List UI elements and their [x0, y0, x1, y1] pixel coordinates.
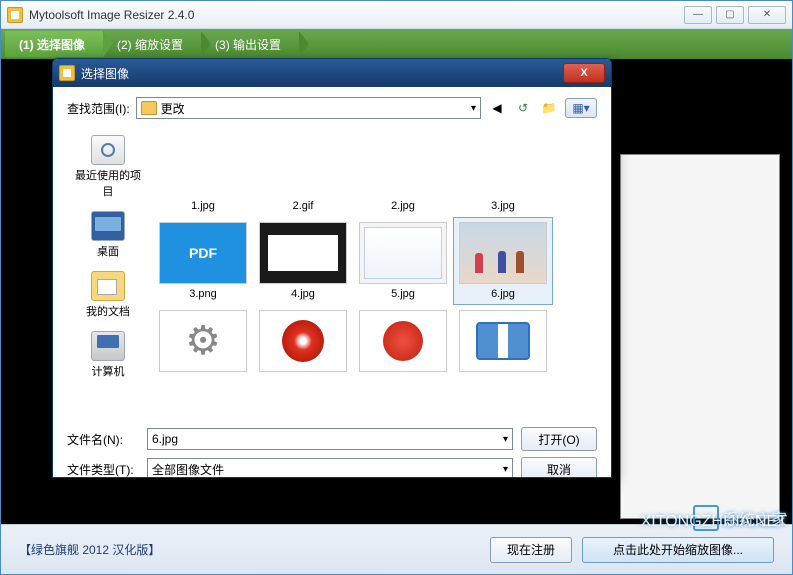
file-thumbnail — [159, 222, 247, 284]
file-thumbnail — [159, 310, 247, 372]
desktop-icon — [91, 211, 125, 241]
look-in-label: 查找范围(I): — [67, 100, 130, 117]
close-button[interactable]: ✕ — [748, 6, 786, 24]
bottom-bar: 【绿色旗舰 2012 汉化版】 现在注册 点击此处开始缩放图像... — [1, 524, 792, 574]
up-icon[interactable]: ↺ — [513, 98, 533, 118]
file-grid: 1.jpg 2.gif 2.jpg 3.jpg 3.png 4.jpg 5.jpg 6.jpg — [149, 129, 597, 381]
folder-icon — [141, 101, 157, 115]
place-docs-label: 我的文档 — [86, 303, 130, 319]
file-label: 4.jpg — [258, 288, 348, 300]
file-label: 2.jpg — [358, 200, 448, 212]
file-item[interactable]: 4.jpg — [253, 217, 353, 305]
register-button[interactable]: 现在注册 — [490, 537, 572, 563]
file-item[interactable] — [353, 305, 453, 381]
file-item[interactable] — [153, 305, 253, 381]
file-label: 3.jpg — [458, 200, 548, 212]
file-item[interactable] — [453, 305, 553, 381]
filetype-value: 全部图像文件 — [152, 461, 224, 478]
dialog-icon — [59, 65, 75, 81]
dropdown-icon[interactable]: ▾ — [503, 434, 508, 445]
new-folder-icon[interactable]: 📁 — [539, 98, 559, 118]
dialog-titlebar[interactable]: 选择图像 X — [53, 59, 611, 87]
file-thumbnail — [159, 134, 247, 196]
filetype-label: 文件类型(T): — [67, 461, 139, 478]
place-recent-label: 最近使用的项目 — [72, 167, 144, 199]
file-thumbnail — [359, 310, 447, 372]
file-item[interactable] — [253, 305, 353, 381]
file-label: 1.jpg — [158, 200, 248, 212]
watermark-sub: XITONGZHIJIA.NET — [641, 513, 787, 531]
filename-row: 文件名(N): 6.jpg ▾ 打开(O) — [67, 427, 597, 451]
filetype-row: 文件类型(T): 全部图像文件 ▾ 取消 — [67, 457, 597, 478]
open-button[interactable]: 打开(O) — [521, 427, 597, 451]
computer-icon — [91, 331, 125, 361]
app-icon — [7, 7, 23, 23]
view-menu-icon[interactable]: ▦▾ — [565, 98, 597, 118]
dialog-bottom: 文件名(N): 6.jpg ▾ 打开(O) 文件类型(T): 全部图像文件 ▾ … — [53, 419, 611, 478]
file-item[interactable]: 6.jpg — [453, 217, 553, 305]
file-item[interactable]: 5.jpg — [353, 217, 453, 305]
file-open-dialog: 选择图像 X 查找范围(I): 更改 ▾ ◀ ↺ 📁 ▦▾ 最近使用的项目 — [52, 58, 612, 478]
places-bar: 最近使用的项目 桌面 我的文档 计算机 — [67, 129, 149, 419]
file-label: 5.jpg — [358, 288, 448, 300]
filetype-select[interactable]: 全部图像文件 ▾ — [147, 458, 513, 478]
step-3[interactable]: (3) 输出设置 — [201, 31, 299, 57]
file-item[interactable]: 3.jpg — [453, 129, 553, 217]
step-1[interactable]: (1) 选择图像 — [5, 31, 103, 57]
file-label: 2.gif — [258, 200, 348, 212]
place-recent[interactable]: 最近使用的项目 — [72, 135, 144, 199]
file-item[interactable]: 1.jpg — [153, 129, 253, 217]
right-panel — [620, 154, 780, 519]
file-thumbnail — [259, 310, 347, 372]
back-icon[interactable]: ◀ — [487, 98, 507, 118]
dropdown-icon[interactable]: ▾ — [503, 464, 508, 475]
titlebar[interactable]: Mytoolsoft Image Resizer 2.4.0 — ▢ ✕ — [1, 1, 792, 29]
file-label: 3.png — [158, 288, 248, 300]
file-thumbnail — [459, 310, 547, 372]
step-toolbar: (1) 选择图像 (2) 缩放设置 (3) 输出设置 — [1, 29, 792, 59]
file-thumbnail — [459, 222, 547, 284]
app-title: Mytoolsoft Image Resizer 2.4.0 — [29, 8, 684, 22]
file-label: 6.jpg — [458, 288, 548, 300]
cancel-button[interactable]: 取消 — [521, 457, 597, 478]
file-thumbnail — [259, 222, 347, 284]
dropdown-icon: ▾ — [471, 103, 476, 114]
start-resize-button[interactable]: 点击此处开始缩放图像... — [582, 537, 774, 563]
minimize-button[interactable]: — — [684, 6, 712, 24]
filename-value: 6.jpg — [152, 432, 178, 446]
maximize-button[interactable]: ▢ — [716, 6, 744, 24]
credits-link[interactable]: 【绿色旗舰 2012 汉化版】 — [19, 541, 480, 558]
file-item[interactable]: 3.png — [153, 217, 253, 305]
folder-select[interactable]: 更改 ▾ — [136, 97, 481, 119]
place-docs[interactable]: 我的文档 — [72, 271, 144, 319]
look-in-row: 查找范围(I): 更改 ▾ ◀ ↺ 📁 ▦▾ — [67, 97, 597, 119]
file-thumbnail — [359, 134, 447, 196]
dialog-close-button[interactable]: X — [563, 63, 605, 83]
window-buttons: — ▢ ✕ — [684, 6, 786, 24]
file-thumbnail — [359, 222, 447, 284]
dialog-title: 选择图像 — [81, 65, 563, 82]
file-item[interactable]: 2.jpg — [353, 129, 453, 217]
place-desktop[interactable]: 桌面 — [72, 211, 144, 259]
file-thumbnail — [459, 134, 547, 196]
file-area[interactable]: 1.jpg 2.gif 2.jpg 3.jpg 3.png 4.jpg 5.jpg 6.jpg — [149, 129, 597, 419]
dialog-main: 最近使用的项目 桌面 我的文档 计算机 1.jpg 2.gif 2.jpg 3.jpg… — [67, 129, 597, 419]
filename-label: 文件名(N): — [67, 431, 139, 448]
file-item[interactable]: 2.gif — [253, 129, 353, 217]
step-2[interactable]: (2) 缩放设置 — [103, 31, 201, 57]
place-computer[interactable]: 计算机 — [72, 331, 144, 379]
file-thumbnail — [259, 134, 347, 196]
documents-icon — [91, 271, 125, 301]
place-computer-label: 计算机 — [92, 363, 125, 379]
recent-icon — [91, 135, 125, 165]
dialog-body: 查找范围(I): 更改 ▾ ◀ ↺ 📁 ▦▾ 最近使用的项目 桌面 — [53, 87, 611, 419]
place-desktop-label: 桌面 — [97, 243, 119, 259]
folder-name: 更改 — [161, 100, 185, 117]
filename-input[interactable]: 6.jpg ▾ — [147, 428, 513, 450]
